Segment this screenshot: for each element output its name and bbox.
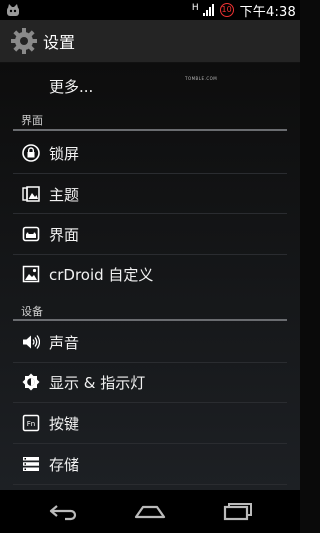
buttons-label: 按键 (49, 414, 80, 433)
storage-label: 存储 (49, 455, 80, 474)
lockscreen-item[interactable]: 锁屏 (0, 133, 300, 173)
settings-list: 更多... TOMBLE.COM 界面 锁屏 主题 界面 crDroid 自定义… (0, 63, 300, 490)
action-bar: 设置 (0, 20, 300, 63)
notification-badge: 10 (219, 3, 234, 17)
recents-icon[interactable] (221, 500, 255, 522)
section-header-interface: 界面 (21, 114, 43, 127)
navigation-bar (0, 490, 300, 533)
divider (13, 484, 287, 485)
crdroid-item[interactable]: crDroid 自定义 (0, 254, 300, 294)
signal-icon (202, 4, 214, 16)
sound-item[interactable]: 声音 (0, 322, 300, 362)
display-item[interactable]: 显示 & 指示灯 (0, 362, 300, 402)
lockscreen-label: 锁屏 (49, 144, 80, 163)
crdroid-label: crDroid 自定义 (49, 265, 154, 284)
watermark: TOMBLE.COM (185, 76, 218, 81)
android-notification-icon (7, 4, 19, 16)
section-divider (13, 129, 287, 131)
back-icon[interactable] (47, 500, 81, 522)
status-bar: H 10 下午4:38 (0, 0, 300, 20)
status-time: 下午4:38 (239, 4, 296, 20)
lock-icon (22, 144, 40, 162)
storage-item[interactable]: 存储 (0, 444, 300, 484)
section-header-device: 设备 (21, 305, 43, 318)
svg-text:Fn: Fn (27, 420, 35, 428)
sound-label: 声音 (49, 333, 80, 352)
brightness-icon (22, 373, 40, 391)
more-label: 更多... (49, 77, 94, 96)
section-divider (13, 319, 287, 321)
interface-icon (22, 226, 40, 242)
network-type: H (191, 3, 199, 13)
theme-item[interactable]: 主题 (0, 174, 300, 214)
volume-icon (23, 335, 40, 349)
storage-icon (23, 457, 39, 471)
theme-icon (22, 186, 40, 202)
theme-label: 主题 (49, 185, 80, 204)
buttons-item[interactable]: Fn 按键 (0, 403, 300, 443)
page-title: 设置 (43, 33, 76, 52)
gear-icon[interactable] (10, 27, 38, 55)
fn-key-icon: Fn (22, 414, 40, 432)
interface-label: 界面 (49, 225, 80, 244)
home-icon[interactable] (133, 500, 167, 522)
custom-icon (22, 265, 40, 283)
interface-item[interactable]: 界面 (0, 214, 300, 254)
more-item[interactable]: 更多... (0, 66, 300, 106)
display-label: 显示 & 指示灯 (49, 373, 146, 392)
